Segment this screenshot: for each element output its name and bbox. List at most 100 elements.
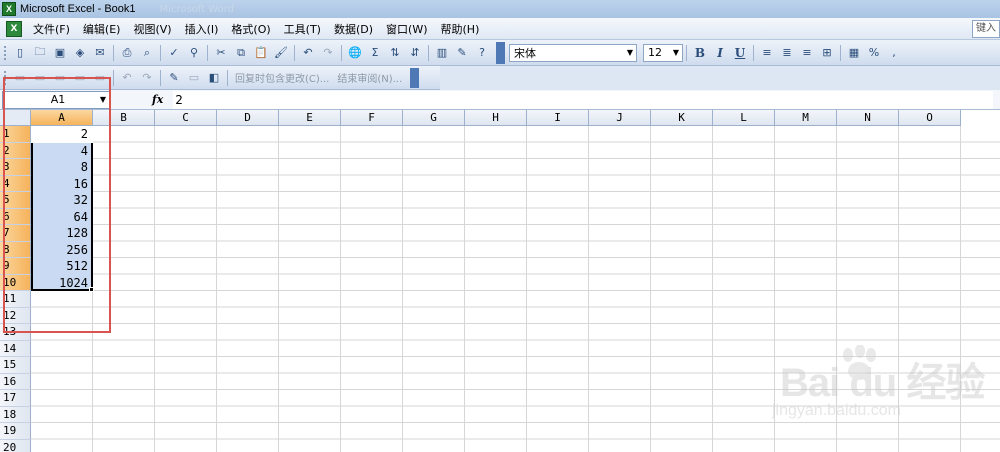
menu-item[interactable]: 帮助(H)	[439, 20, 482, 38]
email-icon[interactable]: ✉	[91, 44, 109, 62]
save-icon[interactable]: ▣	[51, 44, 69, 62]
drawing-icon[interactable]: ✎	[453, 44, 471, 62]
toolbar-options-chevron[interactable]	[410, 67, 420, 88]
track-changes-icon[interactable]: ✎	[165, 69, 183, 87]
window-title: Microsoft Excel - Book1	[20, 3, 136, 15]
percent-button[interactable]: %	[865, 44, 883, 62]
menu-item[interactable]: 视图(V)	[131, 20, 173, 38]
menu-item[interactable]: 插入(I)	[183, 20, 221, 38]
copy-icon[interactable]: ⧉	[232, 44, 250, 62]
formula-bar: A1 ▼ fx 2	[0, 90, 1000, 110]
italic-button[interactable]: I	[711, 44, 729, 62]
toolbar-separator	[113, 69, 114, 86]
align-left-icon[interactable]: ≡	[758, 44, 776, 62]
chevron-down-icon[interactable]: ▼	[624, 45, 636, 61]
row-header[interactable]: 18	[0, 406, 31, 423]
toolbar-empty-area	[440, 66, 1000, 90]
baidu-watermark: Bai du 经验 jingyan.baidu.com	[760, 345, 1000, 430]
column-header[interactable]: O	[899, 110, 961, 126]
standard-toolbar: ▯ 🗀 ▣ ◈ ✉ ⎙ ⌕ ✓ ⚲ ✂ ⧉ 📋 🖌 ↶ ↷ 🌐 Σ ⇅ ⇵ ▥ …	[0, 40, 1000, 66]
formula-input[interactable]: 2	[173, 90, 994, 109]
paste-icon[interactable]: 📋	[252, 44, 270, 62]
redo-icon[interactable]: ↷	[319, 44, 337, 62]
menu-item[interactable]: 窗口(W)	[384, 20, 429, 38]
column-header[interactable]: I	[527, 110, 589, 126]
merge-center-icon[interactable]: ⊞	[818, 44, 836, 62]
row-header[interactable]: 16	[0, 373, 31, 390]
cut-icon[interactable]: ✂	[212, 44, 230, 62]
menu-bar: X 文件(F) 编辑(E) 视图(V) 插入(I) 格式(O) 工具(T) 数据(D) 窗口(…	[0, 18, 1000, 40]
help-icon[interactable]: ?	[473, 44, 491, 62]
row-header[interactable]: 14	[0, 340, 31, 357]
autosum-icon[interactable]: Σ	[366, 44, 384, 62]
toolbar-separator	[686, 44, 687, 61]
column-header[interactable]: J	[589, 110, 651, 126]
reviewing-pane-icon[interactable]: ◧	[205, 69, 223, 87]
align-center-icon[interactable]: ≣	[778, 44, 796, 62]
row-header[interactable]: 20	[0, 439, 31, 452]
end-review-button[interactable]: 结束审阅(N)...	[337, 70, 402, 85]
menu-item[interactable]: 工具(T)	[282, 20, 323, 38]
toolbar-grip[interactable]	[3, 44, 7, 61]
new-icon[interactable]: ▯	[11, 44, 29, 62]
row-header[interactable]: 15	[0, 357, 31, 374]
toolbar-separator	[113, 44, 114, 61]
sort-ascending-icon[interactable]: ⇅	[386, 44, 404, 62]
open-icon[interactable]: 🗀	[31, 44, 49, 62]
font-name-select[interactable]: 宋体 ▼	[509, 43, 637, 62]
font-size-select[interactable]: 12 ▼	[643, 43, 683, 62]
column-header[interactable]: C	[155, 110, 217, 126]
toolbar-separator	[753, 44, 754, 61]
undo-icon[interactable]: ↶	[299, 44, 317, 62]
menu-item[interactable]: 格式(O)	[229, 20, 272, 38]
toolbar-separator	[428, 44, 429, 61]
column-header[interactable]: E	[279, 110, 341, 126]
toolbar-options-chevron[interactable]	[496, 41, 505, 64]
column-header[interactable]: F	[341, 110, 403, 126]
toolbar-separator	[227, 69, 228, 86]
toolbar-separator	[160, 69, 161, 86]
hyperlink-icon[interactable]: 🌐	[346, 44, 364, 62]
prev-change-icon[interactable]: ↶	[118, 69, 136, 87]
toolbar-separator	[207, 44, 208, 61]
row-header[interactable]: 17	[0, 390, 31, 407]
font-size-value: 12	[648, 46, 662, 59]
column-header[interactable]: K	[651, 110, 713, 126]
column-header[interactable]: G	[403, 110, 465, 126]
excel-window: X Microsoft Excel - Book1 Microsoft Word…	[0, 0, 1000, 452]
help-search-input[interactable]: 键入	[972, 20, 1000, 38]
print-preview-icon[interactable]: ⌕	[138, 44, 156, 62]
comma-style-icon[interactable]: ,	[885, 44, 903, 62]
chevron-down-icon[interactable]: ▼	[670, 45, 682, 61]
column-header[interactable]: L	[713, 110, 775, 126]
chart-icon[interactable]: ▥	[433, 44, 451, 62]
reply-with-changes-button[interactable]: 回复时包含更改(C)...	[235, 70, 329, 85]
underline-button[interactable]: U	[731, 44, 749, 62]
accept-icon[interactable]: ▭	[185, 69, 203, 87]
column-header[interactable]: M	[775, 110, 837, 126]
toolbar-separator	[160, 44, 161, 61]
sort-descending-icon[interactable]: ⇵	[406, 44, 424, 62]
toolbar-separator	[840, 44, 841, 61]
menu-item[interactable]: 文件(F)	[31, 20, 72, 38]
permission-icon[interactable]: ◈	[71, 44, 89, 62]
menu-item[interactable]: 编辑(E)	[81, 20, 123, 38]
column-header[interactable]: H	[465, 110, 527, 126]
next-change-icon[interactable]: ↷	[138, 69, 156, 87]
column-header[interactable]: D	[217, 110, 279, 126]
row-header[interactable]: 19	[0, 423, 31, 440]
title-bar: X Microsoft Excel - Book1 Microsoft Word	[0, 0, 1000, 18]
align-right-icon[interactable]: ≡	[798, 44, 816, 62]
column-header[interactable]: N	[837, 110, 899, 126]
bold-button[interactable]: B	[691, 44, 709, 62]
spelling-icon[interactable]: ✓	[165, 44, 183, 62]
research-icon[interactable]: ⚲	[185, 44, 203, 62]
menu-item[interactable]: 数据(D)	[332, 20, 375, 38]
excel-app-icon: X	[2, 2, 16, 16]
font-name-value: 宋体	[514, 46, 536, 60]
insert-function-icon[interactable]: fx	[152, 93, 163, 106]
currency-icon[interactable]: ▦	[845, 44, 863, 62]
print-icon[interactable]: ⎙	[118, 44, 136, 62]
workbook-icon[interactable]: X	[6, 20, 22, 37]
format-painter-icon[interactable]: 🖌	[272, 44, 290, 62]
